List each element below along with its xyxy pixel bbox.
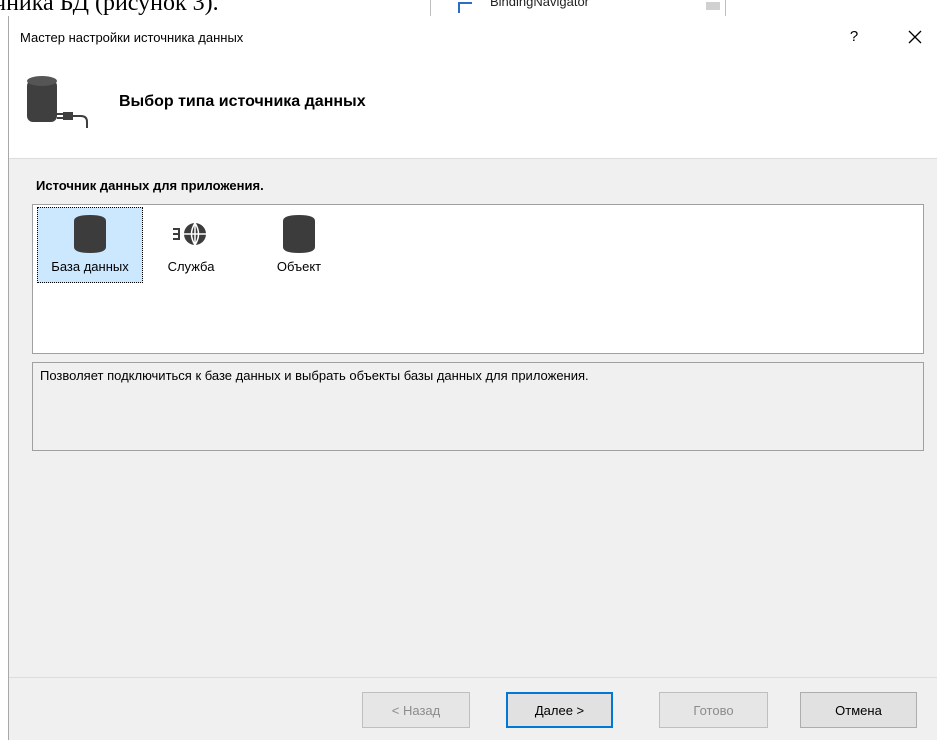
background-tree-text: BindingNavigator [490,0,590,9]
background-document: чника БД (рисунок 3). BindingNavigator [0,0,937,16]
list-item-label: База данных [51,259,129,274]
dialog-title: Мастер настройки источника данных [20,30,244,45]
page-title: Выбор типа источника данных [119,93,366,110]
tree-node-icon [458,2,472,13]
list-item-object[interactable]: Объект [259,207,339,283]
list-item-label: Служба [167,259,215,274]
help-button[interactable]: ? [839,24,869,50]
data-source-wizard-dialog: Мастер настройки источника данных ? Выбо… [8,16,937,740]
divider [725,0,726,16]
cancel-button[interactable]: Отмена [800,692,917,728]
list-item-service[interactable]: Служба [151,207,231,283]
data-source-type-list[interactable]: База данных Служба Объект [32,204,924,354]
list-item-database[interactable]: База данных [37,207,143,283]
close-button[interactable] [899,24,931,50]
collapse-icon [706,2,720,10]
back-button[interactable]: < Назад [362,692,470,728]
database-plug-icon [27,76,88,128]
close-icon [908,30,922,44]
next-button[interactable]: Далее > [506,692,613,728]
divider [430,0,431,16]
description-text: Позволяет подключиться к базе данных и в… [32,362,924,451]
object-icon [283,215,315,253]
footer-divider [9,677,937,678]
background-document-text: чника БД (рисунок 3). [0,0,219,16]
finish-button[interactable]: Готово [659,692,768,728]
section-label: Источник данных для приложения. [36,178,264,193]
wizard-header: Выбор типа источника данных [9,58,937,159]
web-service-icon [173,222,206,246]
title-bar: Мастер настройки источника данных ? [9,16,937,58]
list-item-label: Объект [276,259,322,274]
database-icon [74,215,106,253]
